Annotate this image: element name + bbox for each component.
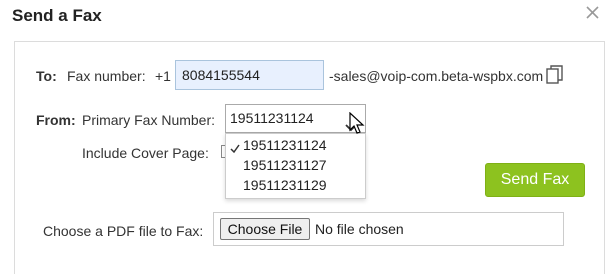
fax-number-label: Fax number: (67, 68, 146, 84)
dropdown-option-label: 19511231129 (243, 177, 327, 193)
primary-fax-select[interactable]: 19511231124 (225, 104, 366, 133)
copy-icon[interactable] (545, 64, 565, 86)
fax-number-input[interactable]: 8084155544 (175, 60, 324, 90)
checkmark-icon (230, 139, 240, 154)
dropdown-option[interactable]: 19511231129 (226, 175, 365, 195)
country-code: +1 (155, 68, 171, 84)
from-label: From: (36, 112, 76, 128)
file-input: Choose File No file chosen (213, 212, 564, 246)
pdf-file-label: Choose a PDF file to Fax: (43, 223, 204, 239)
cover-page-label: Include Cover Page: (82, 145, 209, 161)
fax-email-suffix: -sales@voip-com.beta-wspbx.com (329, 68, 544, 84)
mouse-cursor-icon (349, 111, 365, 136)
to-label: To: (36, 68, 57, 84)
close-icon[interactable] (582, 2, 602, 22)
send-fax-dialog: Send a Fax To: Fax number: +1 8084155544… (0, 0, 611, 274)
send-fax-button[interactable]: Send Fax (485, 163, 585, 197)
file-status: No file chosen (315, 221, 404, 237)
fax-number-dropdown: 19511231124 19511231127 19511231129 (225, 133, 366, 199)
dropdown-option-label: 19511231124 (243, 137, 327, 153)
primary-fax-label: Primary Fax Number: (82, 112, 216, 128)
choose-file-button[interactable]: Choose File (220, 218, 310, 240)
primary-fax-selected: 19511231124 (230, 110, 314, 126)
dropdown-option-label: 19511231127 (243, 157, 327, 173)
dropdown-option[interactable]: 19511231124 (226, 135, 365, 155)
dialog-title: Send a Fax (12, 6, 102, 25)
dropdown-option[interactable]: 19511231127 (226, 155, 365, 175)
